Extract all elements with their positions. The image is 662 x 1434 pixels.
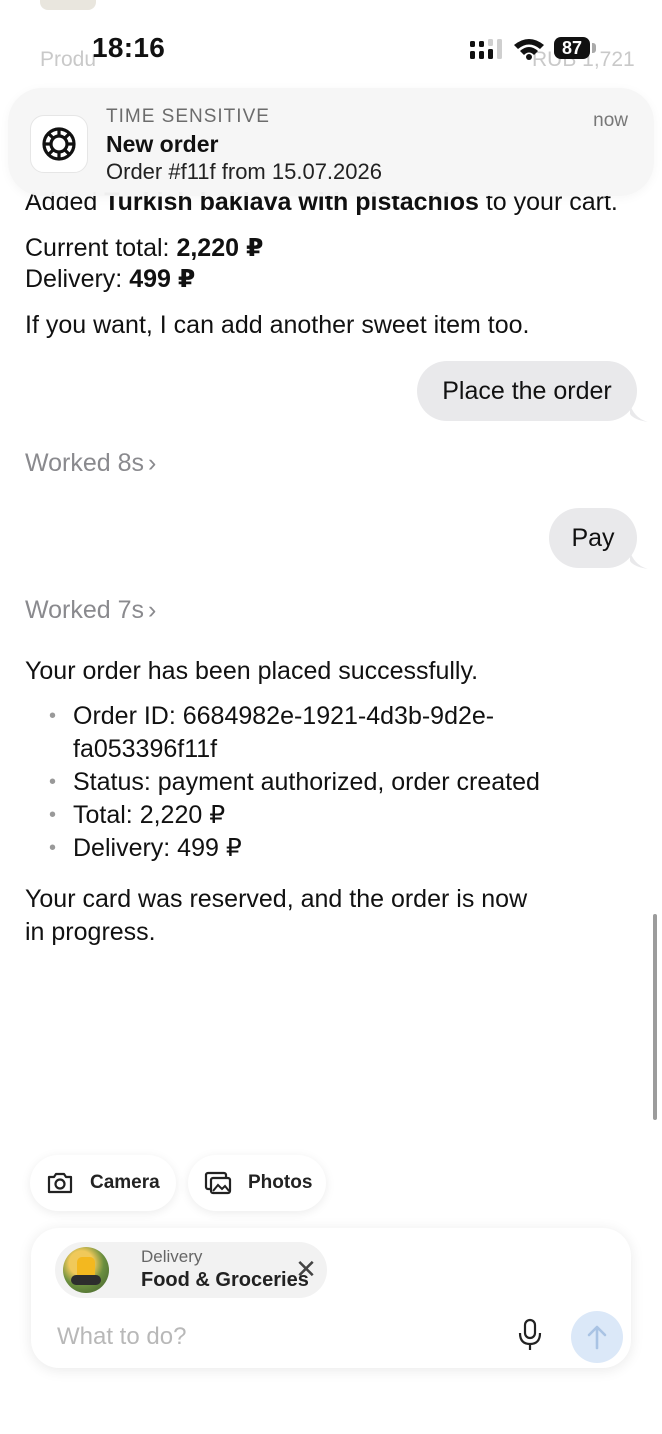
photos-button[interactable]: Photos (188, 1155, 326, 1211)
composer: Delivery Food & Groceries ✕ (31, 1228, 631, 1368)
scrollbar[interactable] (653, 914, 657, 1120)
microphone-icon[interactable] (517, 1318, 543, 1352)
bubble-tail (630, 404, 648, 422)
camera-button[interactable]: Camera (30, 1155, 176, 1211)
wifi-icon (514, 39, 544, 60)
current-total-line: Current total: 2,220 ₽ (25, 234, 264, 262)
battery-nub (592, 43, 596, 53)
close-icon[interactable]: ✕ (291, 1254, 321, 1284)
prompt-input[interactable] (55, 1316, 499, 1358)
current-total-value: 2,220 ₽ (176, 234, 264, 262)
notification-time: now (593, 110, 628, 131)
context-kicker: Delivery (141, 1247, 203, 1266)
chevron-right-icon: › (148, 449, 157, 477)
order-details-list: Order ID: 6684982e-1921-4d3b-9d2e-fa0533… (25, 700, 625, 865)
context-title: Food & Groceries (141, 1269, 309, 1291)
delivery-line: Delivery: 499 ₽ (25, 265, 196, 293)
order-confirmation: Your order has been placed successfully. (25, 657, 479, 685)
status-bar: 18:16 87 (0, 0, 662, 92)
battery-level: 87 (554, 37, 590, 59)
closing-line-2: in progress. (25, 918, 156, 946)
camera-icon (47, 1172, 73, 1194)
user-message-place-order: Place the order (417, 361, 637, 421)
photos-label: Photos (248, 1172, 313, 1193)
order-status-item: Status: payment authorized, order create… (25, 766, 625, 799)
closing-line-1: Your card was reserved, and the order is… (25, 885, 528, 913)
assistant-offer: If you want, I can add another sweet ite… (25, 311, 530, 339)
status-time: 18:16 (92, 32, 166, 63)
order-total-item: Total: 2,220 ₽ (25, 799, 625, 832)
bubble-tail (630, 551, 648, 569)
photos-icon (204, 1171, 232, 1195)
delivery-avatar (63, 1247, 109, 1293)
arrow-up-icon (587, 1325, 607, 1350)
notification-banner[interactable]: TIME SENSITIVE New order Order #f11f fro… (8, 88, 654, 196)
openai-knot-icon (30, 115, 88, 173)
notification-body: Order #f11f from 15.07.2026 (106, 159, 382, 184)
notification-title: New order (106, 131, 219, 157)
cellular-signal-icon (470, 39, 502, 59)
worked-duration-2[interactable]: Worked 7s › (25, 596, 156, 625)
context-pill[interactable]: Delivery Food & Groceries ✕ (55, 1242, 327, 1298)
delivery-value: 499 ₽ (129, 265, 196, 293)
user-message-pay: Pay (549, 508, 637, 568)
order-id-item: Order ID: 6684982e-1921-4d3b-9d2e-fa0533… (25, 700, 625, 766)
camera-label: Camera (90, 1172, 160, 1193)
order-delivery-item: Delivery: 499 ₽ (25, 832, 625, 865)
notification-kicker: TIME SENSITIVE (106, 106, 270, 127)
worked-duration-1[interactable]: Worked 8s › (25, 449, 156, 478)
send-button[interactable] (571, 1311, 623, 1363)
chevron-right-icon: › (148, 596, 157, 624)
order-id-continuation: fa053396f11f (73, 735, 218, 763)
